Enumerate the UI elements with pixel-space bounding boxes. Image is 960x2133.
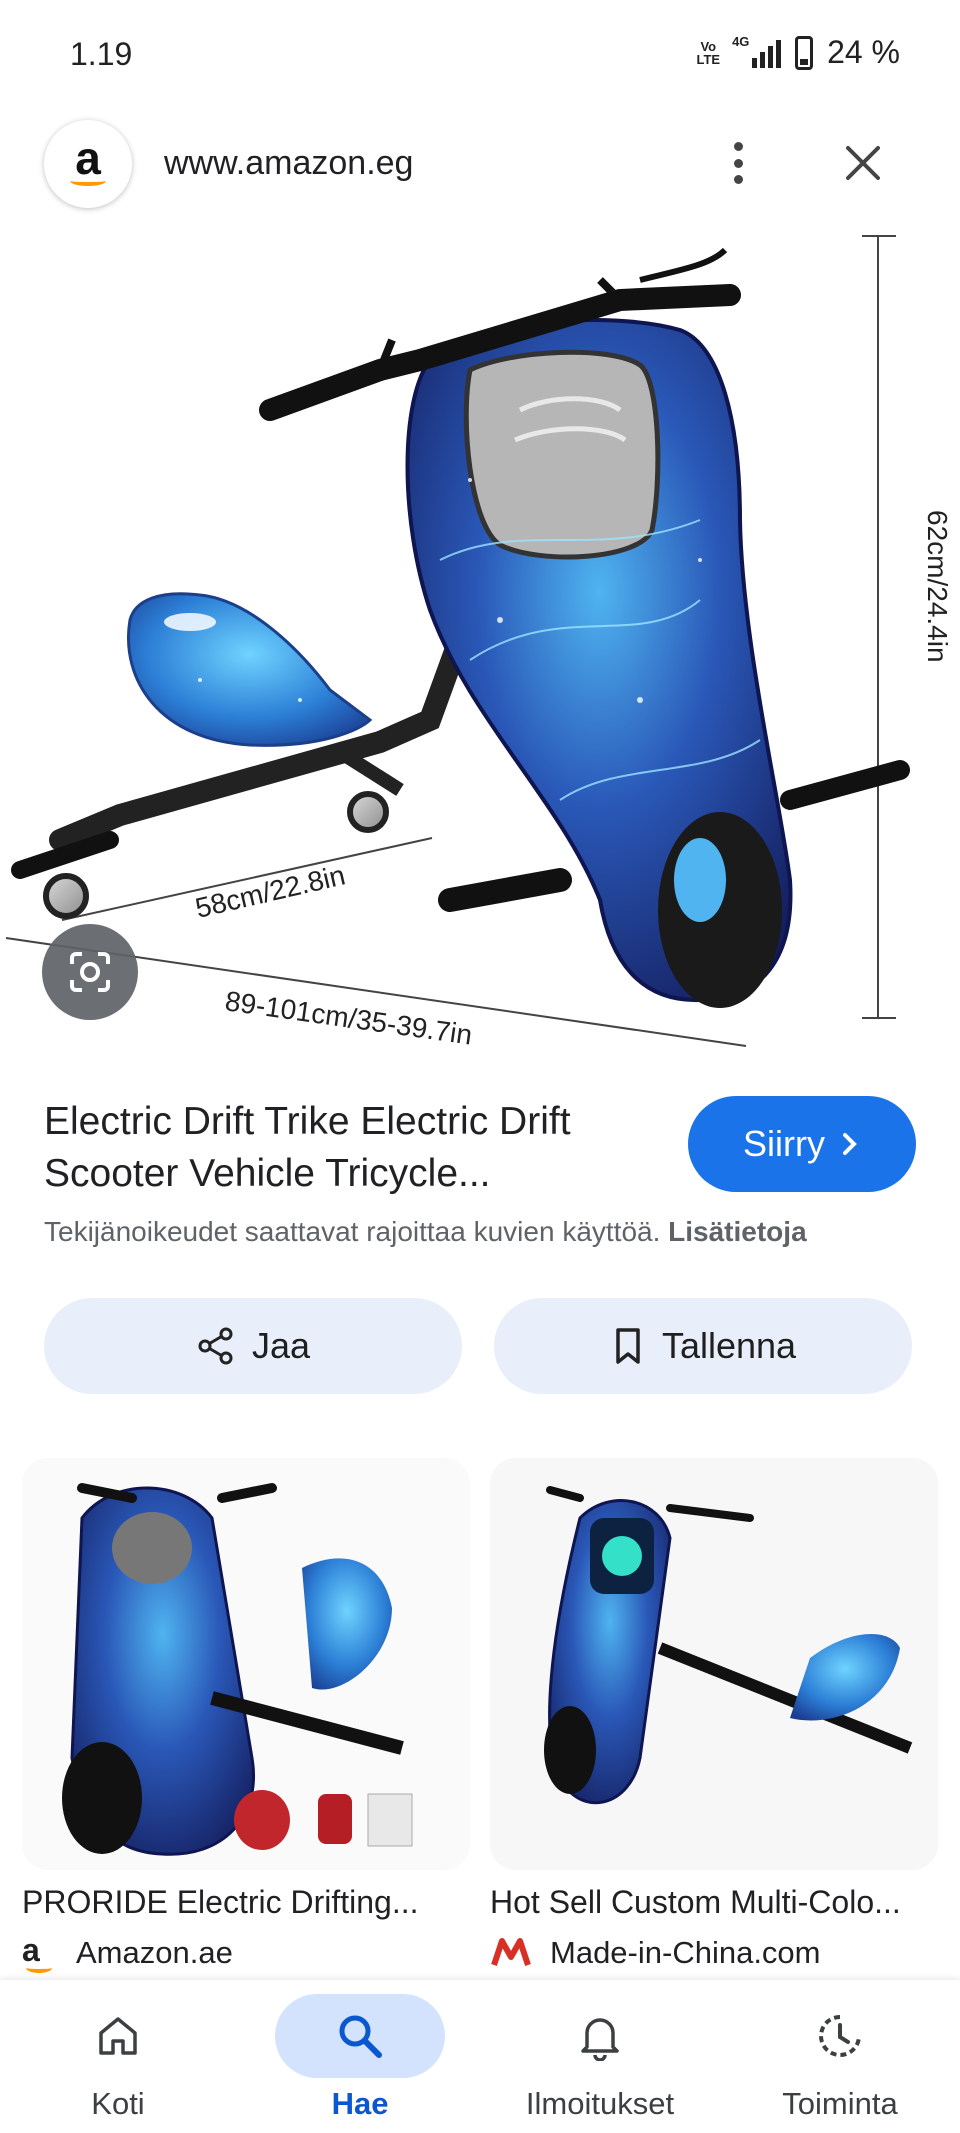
status-bar: 1.19 Vo LTE 4G 24 % [0, 0, 960, 110]
related-source-name: Made-in-China.com [550, 1935, 821, 1970]
nav-home[interactable]: Koti [8, 1994, 228, 2124]
nav-search-label: Hae [331, 2086, 389, 2121]
nav-notifications-label: Ilmoitukset [525, 2086, 675, 2121]
drift-trike-illustration: 58cm/22.8in 89-101cm/35-39.7in 62cm/24.4… [5, 235, 953, 1051]
learn-more-link[interactable]: Lisätietoja [668, 1216, 806, 1247]
related-title[interactable]: PRORIDE Electric Drifting... [22, 1884, 470, 1921]
visit-button[interactable]: Siirry [688, 1096, 916, 1192]
share-icon [198, 1327, 233, 1365]
battery-icon [795, 35, 814, 70]
status-time: 1.19 [70, 36, 133, 72]
site-header: a www.amazon.eg [0, 110, 960, 220]
search-icon [339, 2015, 382, 2058]
copyright-text: Tekijänoikeudet saattavat rajoittaa kuvi… [44, 1216, 661, 1247]
chevron-right-icon [842, 1133, 857, 1155]
save-button[interactable]: Tallenna [494, 1298, 912, 1394]
copyright-notice: Tekijänoikeudet saattavat rajoittaa kuvi… [44, 1216, 924, 1248]
close-icon[interactable] [838, 138, 888, 188]
amazon-favicon: a [22, 1934, 58, 1973]
save-label: Tallenna [661, 1325, 797, 1366]
nav-activity[interactable]: Toiminta [730, 1994, 950, 2124]
bookmark-icon [616, 1328, 640, 1364]
network-type: 4G [732, 33, 750, 49]
nav-activity-label: Toiminta [782, 2086, 898, 2121]
activity-icon [819, 2015, 861, 2057]
dim-seat-width: 58cm/22.8in [192, 859, 348, 924]
dim-height: 62cm/24.4in [922, 510, 953, 663]
share-button[interactable]: Jaa [44, 1298, 462, 1394]
nav-notifications[interactable]: Ilmoitukset [490, 1994, 710, 2124]
related-thumbnail[interactable] [22, 1458, 470, 1870]
related-thumbnail[interactable] [490, 1458, 938, 1870]
nav-search[interactable]: Hae [250, 1994, 470, 2124]
nav-home-label: Koti [91, 2086, 145, 2121]
dim-length: 89-101cm/35-39.7in [223, 985, 474, 1050]
google-lens-button[interactable] [42, 924, 138, 1020]
related-thumbnail-image [490, 1458, 938, 1870]
status-icons: Vo LTE 4G 24 % [696, 34, 900, 71]
signal-icon: 4G [732, 34, 782, 68]
bell-icon [581, 2018, 619, 2061]
related-result-card[interactable]: PRORIDE Electric Drifting... a Amazon.ae [22, 1458, 470, 1973]
product-image[interactable]: 58cm/22.8in 89-101cm/35-39.7in 62cm/24.4… [0, 220, 960, 1070]
site-url[interactable]: www.amazon.eg [164, 144, 413, 183]
related-result-card[interactable]: Hot Sell Custom Multi-Colo... Made-in-Ch… [490, 1458, 938, 1971]
related-source[interactable]: Made-in-China.com [490, 1935, 938, 1971]
related-source-name: Amazon.ae [76, 1935, 233, 1970]
bottom-navigation: Koti Hae Ilmoitukset Toiminta [0, 1980, 960, 2133]
result-title[interactable]: Electric Drift Trike Electric Drift Scoo… [44, 1096, 674, 1200]
site-favicon[interactable]: a [44, 120, 132, 208]
battery-level: 24 % [827, 34, 900, 70]
related-source[interactable]: a Amazon.ae [22, 1934, 470, 1973]
amazon-smile-icon [70, 176, 106, 186]
related-thumbnail-image [22, 1458, 470, 1870]
made-in-china-favicon [491, 1938, 531, 1966]
related-title[interactable]: Hot Sell Custom Multi-Colo... [490, 1884, 938, 1921]
home-icon [99, 2017, 137, 2055]
share-label: Jaa [251, 1325, 311, 1366]
more-options-icon[interactable] [718, 138, 758, 188]
visit-label: Siirry [743, 1123, 825, 1164]
volte-icon: Vo LTE [696, 38, 721, 67]
lens-icon [70, 952, 110, 992]
